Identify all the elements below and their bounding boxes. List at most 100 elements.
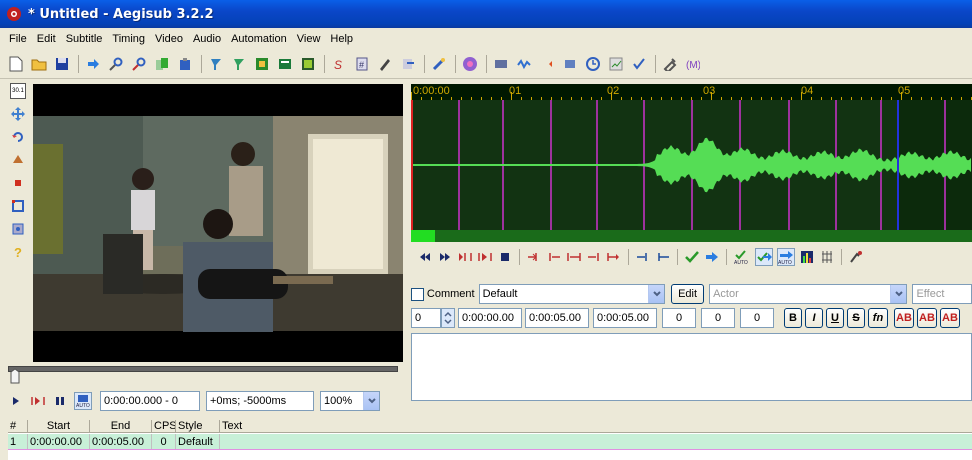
video-offset-display[interactable]: +0ms; -5000ms	[206, 391, 314, 411]
outline-color-button[interactable]: AB	[940, 308, 960, 328]
start-time-input[interactable]: 0:00:00.00	[458, 308, 522, 328]
menu-view[interactable]: View	[292, 33, 326, 45]
visual-typesetting-icon[interactable]	[493, 56, 509, 72]
spectrum-icon[interactable]	[799, 249, 815, 265]
actor-field[interactable]: Actor	[709, 284, 908, 304]
fonts-icon[interactable]	[254, 56, 270, 72]
kanji-timer-icon[interactable]	[377, 56, 393, 72]
menu-help[interactable]: Help	[325, 33, 358, 45]
strikeout-button[interactable]: S	[847, 308, 865, 328]
copy-icon[interactable]	[154, 56, 170, 72]
prev-line-icon[interactable]	[417, 249, 433, 265]
tools-icon[interactable]: (M)	[685, 56, 701, 72]
goto-icon[interactable]	[704, 249, 720, 265]
play-after-icon[interactable]	[477, 249, 493, 265]
pause-icon[interactable]	[52, 393, 68, 409]
menu-automation[interactable]: Automation	[226, 33, 292, 45]
chevron-down-icon[interactable]	[363, 392, 379, 410]
help-icon[interactable]: ?	[10, 244, 26, 260]
menu-edit[interactable]: Edit	[32, 33, 61, 45]
audio-scroll-thumb[interactable]	[411, 230, 435, 242]
timing-icon[interactable]	[848, 249, 864, 265]
next-line-icon[interactable]	[437, 249, 453, 265]
seek-thumb[interactable]	[10, 368, 20, 384]
play-icon[interactable]	[8, 393, 24, 409]
open-folder-icon[interactable]	[31, 56, 47, 72]
video-seek-bar[interactable]	[8, 366, 402, 388]
subtitle-grid[interactable]: # Start End CPS Style Text 1 0:00:00.00 …	[8, 420, 972, 460]
video-display[interactable]	[33, 84, 403, 362]
play-first-500-icon[interactable]	[526, 249, 542, 265]
waveform-icon[interactable]	[516, 56, 532, 72]
automation-icon[interactable]	[462, 56, 478, 72]
layer-input[interactable]: 0	[411, 308, 441, 328]
margin-right-input[interactable]: 0	[701, 308, 735, 328]
edit-style-button[interactable]: Edit	[671, 284, 705, 304]
menu-subtitle[interactable]: Subtitle	[61, 33, 108, 45]
chevron-down-icon[interactable]	[648, 285, 665, 303]
timer-icon[interactable]	[608, 56, 624, 72]
auto-next-icon[interactable]	[755, 248, 773, 266]
play-500-after-icon[interactable]	[586, 249, 602, 265]
end-time-input[interactable]: 0:00:05.00	[525, 308, 589, 328]
auto-scroll-video-icon[interactable]: AUTO	[74, 392, 92, 410]
play-before-icon[interactable]	[457, 249, 473, 265]
drag-tool-icon[interactable]	[10, 106, 26, 122]
replace-icon[interactable]	[131, 56, 147, 72]
vector-clip-icon[interactable]	[10, 221, 26, 237]
stop-icon[interactable]	[585, 56, 601, 72]
styling-assistant-icon[interactable]	[631, 56, 647, 72]
lead-out-icon[interactable]	[655, 249, 671, 265]
primary-color-button[interactable]: AB	[894, 308, 914, 328]
chevron-down-icon[interactable]	[890, 285, 907, 303]
margin-vertical-input[interactable]: 0	[740, 308, 774, 328]
video-time-display[interactable]: 0:00:00.000 - 0	[100, 391, 200, 411]
translation-icon[interactable]	[300, 56, 316, 72]
play-last-500-icon[interactable]	[546, 249, 562, 265]
zoom-select[interactable]: 100%	[320, 391, 380, 411]
audio-icon[interactable]	[539, 56, 555, 72]
rotate-z-icon[interactable]	[10, 129, 26, 145]
shift-times-icon[interactable]	[400, 56, 416, 72]
save-icon[interactable]	[54, 56, 70, 72]
auto-scroll-icon[interactable]: AUTO	[777, 248, 795, 266]
jump-icon[interactable]	[85, 56, 101, 72]
properties-icon[interactable]	[208, 56, 224, 72]
aegisub-icon[interactable]	[6, 6, 22, 22]
audio-scrollbar[interactable]	[411, 230, 972, 242]
play-to-end-icon[interactable]	[606, 249, 622, 265]
auto-commit-icon[interactable]: AUTO	[733, 248, 751, 266]
comment-checkbox[interactable]	[411, 287, 424, 301]
italic-button[interactable]: I	[805, 308, 823, 328]
timing-postprocessor-icon[interactable]	[431, 56, 447, 72]
play-line-icon[interactable]	[30, 393, 46, 409]
spell-check-icon[interactable]: #	[354, 56, 370, 72]
scale-icon[interactable]	[10, 175, 26, 191]
duration-input[interactable]: 0:00:05.00	[593, 308, 657, 328]
play-500-before-icon[interactable]	[566, 249, 582, 265]
layer-spinner[interactable]	[441, 308, 455, 328]
standard-tool-icon[interactable]: 30.1	[10, 83, 26, 99]
options-icon[interactable]	[662, 56, 678, 72]
menu-timing[interactable]: Timing	[107, 33, 150, 45]
commit-icon[interactable]	[684, 249, 700, 265]
style-select[interactable]: Default	[478, 284, 666, 304]
clip-icon[interactable]	[10, 198, 26, 214]
secondary-color-button[interactable]: AB	[917, 308, 937, 328]
resample-icon[interactable]: S	[331, 56, 347, 72]
find-icon[interactable]	[108, 56, 124, 72]
effect-field[interactable]: Effect	[912, 284, 972, 304]
new-file-icon[interactable]	[8, 56, 24, 72]
paste-icon[interactable]	[177, 56, 193, 72]
rotate-xy-icon[interactable]	[10, 152, 26, 168]
menu-video[interactable]: Video	[150, 33, 188, 45]
bold-button[interactable]: B	[784, 308, 802, 328]
font-button[interactable]: fn	[868, 308, 888, 328]
menu-file[interactable]: File	[4, 33, 32, 45]
attachments-icon[interactable]	[231, 56, 247, 72]
menu-audio[interactable]: Audio	[188, 33, 226, 45]
seek-track[interactable]	[8, 366, 398, 372]
subtitle-text-editor[interactable]	[411, 333, 972, 401]
margin-left-input[interactable]: 0	[662, 308, 696, 328]
underline-button[interactable]: U	[826, 308, 844, 328]
